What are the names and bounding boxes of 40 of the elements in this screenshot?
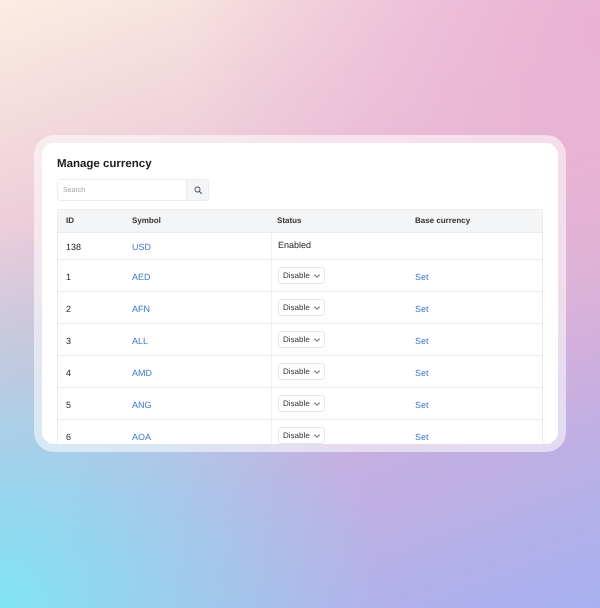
status-select[interactable]: Disable xyxy=(278,395,325,412)
page-title: Manage currency xyxy=(57,157,153,172)
currency-id: 5 xyxy=(66,400,72,410)
column-header: ID xyxy=(65,215,75,227)
chevron-down-icon xyxy=(314,402,320,406)
status-select[interactable]: Disable xyxy=(278,331,325,348)
status-text: Enabled xyxy=(278,239,312,252)
chevron-down-icon xyxy=(314,274,320,278)
symbol-link[interactable]: AFN xyxy=(132,304,150,314)
set-link[interactable]: Set xyxy=(415,432,429,442)
search-button[interactable] xyxy=(187,179,209,201)
chevron-down-icon xyxy=(314,370,320,374)
symbol-link[interactable]: AMD xyxy=(132,368,152,378)
currency-id: 138 xyxy=(66,242,82,252)
currency-id: 3 xyxy=(66,336,72,346)
status-select[interactable]: Disable xyxy=(278,267,325,284)
status-select[interactable]: Disable xyxy=(278,299,325,316)
status-select[interactable]: Disable xyxy=(278,427,325,444)
set-link[interactable]: Set xyxy=(415,368,429,378)
column-header: Base currency xyxy=(414,215,472,227)
currency-id: 4 xyxy=(66,368,72,378)
symbol-link[interactable]: USD xyxy=(132,242,152,252)
symbol-link[interactable]: ALL xyxy=(132,336,148,346)
set-link[interactable]: Set xyxy=(415,272,429,282)
symbol-link[interactable]: AED xyxy=(132,272,151,282)
set-link[interactable]: Set xyxy=(415,400,429,410)
symbol-link[interactable]: ANG xyxy=(132,400,152,410)
column-header: Status xyxy=(276,215,302,227)
set-link[interactable]: Set xyxy=(415,304,429,314)
column-header: Symbol xyxy=(131,215,162,227)
currency-id: 1 xyxy=(66,272,72,282)
currency-id: 2 xyxy=(66,304,72,314)
chevron-down-icon xyxy=(314,306,320,310)
set-link[interactable]: Set xyxy=(415,336,429,346)
currency-id: 6 xyxy=(66,432,72,442)
chevron-down-icon xyxy=(314,434,320,438)
symbol-link[interactable]: AOA xyxy=(132,432,152,442)
chevron-down-icon xyxy=(314,338,320,342)
search-icon xyxy=(194,186,202,194)
status-select[interactable]: Disable xyxy=(278,363,325,380)
